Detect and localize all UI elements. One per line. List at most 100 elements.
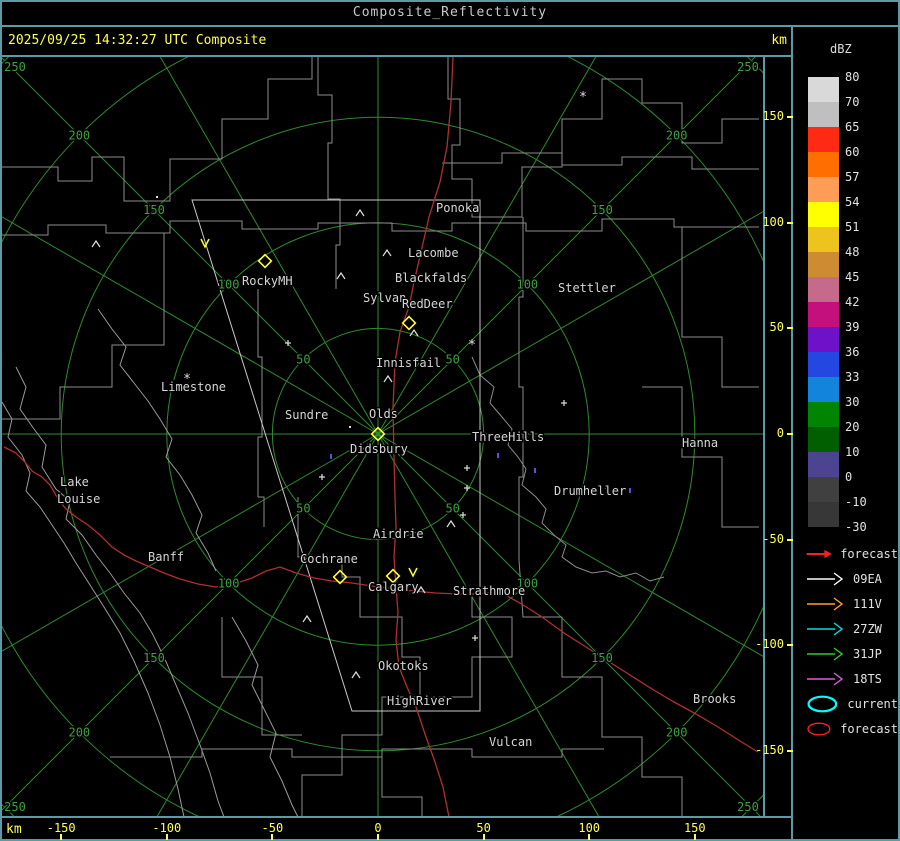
ellipse-glyph-current xyxy=(806,693,840,715)
dbz-scale-label--10: -10 xyxy=(845,495,885,509)
dbz-scale-label-57: 57 xyxy=(845,170,885,184)
legend-label-forecast: forecast xyxy=(840,547,898,561)
dbz-color-box-51 xyxy=(808,227,839,252)
right-axis-label-0: 0 xyxy=(777,426,784,440)
title-bar: Composite_Reflectivity xyxy=(0,0,900,25)
dbz-color-box-42 xyxy=(808,302,839,327)
arrow-glyph-forecast xyxy=(806,543,833,565)
water-mark xyxy=(497,453,499,458)
right-axis-tick-100 xyxy=(787,222,793,224)
dbz-scale-label-42: 42 xyxy=(845,295,885,309)
title-separator xyxy=(0,25,900,27)
color-scale-unit: dBZ xyxy=(830,42,852,56)
right-axis-label-50: 50 xyxy=(770,320,784,334)
legend-item-31JP-4: 31JP xyxy=(806,641,898,666)
peak-caret-marker xyxy=(92,241,100,247)
county-boundary xyxy=(298,497,420,816)
dbz-color-box-60 xyxy=(808,152,839,177)
dbz-scale-label-20: 20 xyxy=(845,420,885,434)
legend-label-31JP: 31JP xyxy=(853,647,882,661)
ring-label-50km: 50 xyxy=(296,352,310,366)
legend-item-forecast-7: forecast xyxy=(806,716,898,741)
city-label-sundre: Sundre xyxy=(285,408,328,422)
ring-label-100km: 100 xyxy=(218,278,240,292)
terrain-outline xyxy=(232,617,298,816)
arrow-glyph-31JP xyxy=(806,643,846,665)
city-label-hanna: Hanna xyxy=(682,436,718,450)
county-boundary xyxy=(258,289,264,527)
dbz-color-box-20 xyxy=(808,427,839,452)
peak-caret-marker xyxy=(303,616,311,622)
right-axis-tick--50 xyxy=(787,539,793,541)
dbz-color-box-33 xyxy=(808,377,839,402)
bottom-axis-label--100: -100 xyxy=(152,821,181,835)
city-label-didsbury: Didsbury xyxy=(350,442,408,456)
bottom-axis-tick-100 xyxy=(588,834,590,840)
bottom-axis-tick-50 xyxy=(483,834,485,840)
ring-label-200km: 200 xyxy=(666,726,688,740)
ring-label-50km: 50 xyxy=(445,502,459,516)
ring-label-250km: 250 xyxy=(737,800,759,814)
dbz-scale-label-10: 10 xyxy=(845,445,885,459)
county-boundary xyxy=(562,617,682,816)
arrow-glyph-111V xyxy=(806,593,846,615)
ellipse-glyph-forecast xyxy=(806,718,833,740)
dbz-color-box-48 xyxy=(808,252,839,277)
city-label-louise: Louise xyxy=(57,492,100,506)
radar-map-viewport[interactable]: 5050505010010010010015015015015020020020… xyxy=(2,57,763,816)
dbz-scale-label--30: -30 xyxy=(845,520,885,534)
bottom-axis-tick-0 xyxy=(377,834,379,840)
city-label-airdrie: Airdrie xyxy=(373,527,424,541)
ring-label-150km: 150 xyxy=(591,203,613,217)
right-axis-label--100: -100 xyxy=(755,637,784,651)
right-axis-tick-0 xyxy=(787,433,793,435)
dbz-scale-label-60: 60 xyxy=(845,145,885,159)
legend-item-18TS-5: 18TS xyxy=(806,666,898,691)
dbz-color-box-45 xyxy=(808,277,839,302)
legend-label-27ZW: 27ZW xyxy=(853,622,882,636)
county-boundary xyxy=(682,227,759,387)
bottom-axis-tick--50 xyxy=(271,834,273,840)
legend-label-18TS: 18TS xyxy=(853,672,882,686)
timestamp-label: 2025/09/25 14:32:27 UTC Composite xyxy=(8,33,266,48)
ring-label-250km: 250 xyxy=(4,60,26,74)
dot-marker xyxy=(156,196,158,198)
city-label-drumheller: Drumheller xyxy=(554,484,626,498)
legend-item-forecast-0: forecast xyxy=(806,541,898,566)
city-label-banff: Banff xyxy=(148,550,184,564)
legend-label-current: current xyxy=(847,697,898,711)
legend-label-09EA: 09EA xyxy=(853,572,882,586)
terrain-outline xyxy=(2,402,184,816)
dbz-color-box-30 xyxy=(808,402,839,427)
dbz-color-box-0 xyxy=(808,477,839,502)
panel-divider xyxy=(791,25,793,839)
dbz-scale-label-36: 36 xyxy=(845,345,885,359)
ring-label-200km: 200 xyxy=(666,128,688,142)
radar-map-canvas[interactable]: 5050505010010010010015015015015020020020… xyxy=(2,57,763,816)
terrain-outline xyxy=(98,309,216,571)
city-label-reddeer: RedDeer xyxy=(402,297,453,311)
bottom-axis-label-100: 100 xyxy=(578,821,600,835)
county-boundary xyxy=(519,217,523,560)
bottom-axis-label--50: -50 xyxy=(262,821,284,835)
dbz-scale-label-65: 65 xyxy=(845,120,885,134)
ring-label-200km: 200 xyxy=(68,726,90,740)
vee-marker xyxy=(409,568,417,576)
right-axis-tick-50 xyxy=(787,327,793,329)
dbz-color-box-54 xyxy=(808,202,839,227)
city-label-limestone: Limestone xyxy=(161,380,226,394)
county-boundary xyxy=(472,357,664,581)
ring-label-200km: 200 xyxy=(68,128,90,142)
radar-site-diamond-marker[interactable] xyxy=(259,255,272,268)
dbz-scale-label-70: 70 xyxy=(845,95,885,109)
dbz-color-box-36 xyxy=(808,352,839,377)
legend-item-111V-2: 111V xyxy=(806,591,898,616)
legend-item-27ZW-3: 27ZW xyxy=(806,616,898,641)
dbz-color-box--10 xyxy=(808,502,839,527)
city-label-rockymh: RockyMH xyxy=(242,274,293,288)
arrow-glyph-18TS xyxy=(806,668,846,690)
ring-label-250km: 250 xyxy=(737,60,759,74)
water-mark xyxy=(534,468,536,473)
dbz-scale-label-33: 33 xyxy=(845,370,885,384)
highway-line xyxy=(498,591,758,752)
